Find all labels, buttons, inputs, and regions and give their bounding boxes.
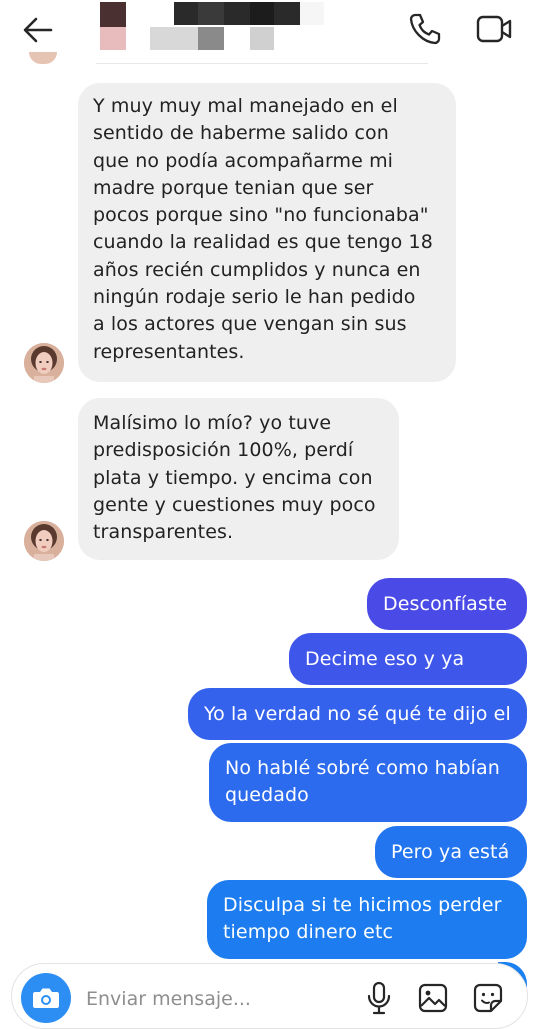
contact-avatar[interactable] xyxy=(24,343,64,383)
outgoing-message[interactable]: Desconfíaste xyxy=(367,578,527,630)
incoming-message[interactable]: Malísimo lo mío? yo tuve predisposición … xyxy=(78,398,399,560)
sticker-button[interactable] xyxy=(472,982,504,1014)
contact-avatar[interactable] xyxy=(24,521,64,561)
camera-button[interactable] xyxy=(21,973,71,1023)
microphone-button[interactable] xyxy=(364,981,394,1015)
avatar-image xyxy=(24,343,64,383)
outgoing-message[interactable]: No hablé sobré como habían quedado xyxy=(209,743,527,822)
outgoing-message[interactable]: Pero ya está xyxy=(375,826,527,878)
gallery-button[interactable] xyxy=(417,982,449,1014)
sticker-icon xyxy=(473,983,503,1013)
phone-icon xyxy=(409,13,441,45)
camera-icon xyxy=(33,988,59,1008)
back-button[interactable] xyxy=(20,12,56,48)
outgoing-message[interactable]: Disculpa si te hicimos perder tiempo din… xyxy=(207,880,527,959)
avatar xyxy=(29,52,57,64)
incoming-message[interactable]: Y muy muy mal manejado en el sentido de … xyxy=(78,83,456,382)
video-call-button[interactable] xyxy=(473,10,515,48)
message-composer xyxy=(11,963,528,1029)
avatar-image xyxy=(24,521,64,561)
message-input[interactable] xyxy=(84,978,358,1020)
chat-header xyxy=(0,0,539,60)
video-camera-icon xyxy=(476,15,512,43)
outgoing-message[interactable]: Yo la verdad no sé qué te dijo el xyxy=(188,688,527,740)
gallery-icon xyxy=(418,983,448,1013)
divider xyxy=(96,63,428,64)
voice-call-button[interactable] xyxy=(406,10,444,48)
outgoing-message[interactable]: Decime eso y ya está xyxy=(289,633,527,722)
arrow-left-icon xyxy=(23,17,53,43)
microphone-icon xyxy=(367,981,391,1015)
